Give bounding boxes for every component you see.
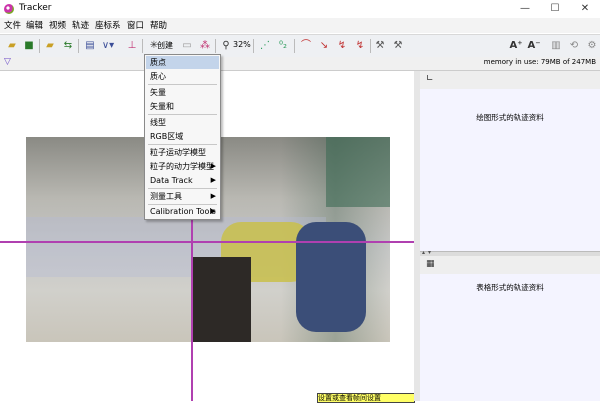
create-button-label[interactable]: 创建 bbox=[157, 40, 173, 51]
clip-settings-icon[interactable]: ▤ bbox=[82, 38, 98, 54]
menu-item-label: Calibration Tools bbox=[150, 207, 216, 216]
vector-icon[interactable]: ↘ bbox=[316, 38, 332, 54]
video-caption: 设置或查看帧间设置 bbox=[317, 393, 415, 403]
tracker-app-icon bbox=[4, 4, 14, 14]
window-title: Tracker bbox=[19, 3, 52, 13]
submenu-arrow-icon: ▶ bbox=[210, 192, 216, 200]
table-placeholder-text: 表格形式的轨迹资料 bbox=[476, 283, 544, 292]
track-control-icon[interactable]: ▭ bbox=[179, 38, 195, 54]
menu-item-calibration-tools[interactable]: Calibration Tools ▶ bbox=[146, 205, 219, 218]
maximize-button[interactable]: ☐ bbox=[540, 0, 570, 18]
force-icon[interactable]: ↯ bbox=[352, 38, 368, 54]
menu-item-label: RGB区域 bbox=[150, 132, 184, 141]
font-decrease-icon[interactable]: A⁻ bbox=[526, 38, 542, 54]
plot-panel-header: ∟ bbox=[420, 71, 600, 89]
table-icon[interactable]: ▦ bbox=[426, 259, 435, 269]
menu-edit[interactable]: 编辑 bbox=[26, 19, 43, 31]
toolbar-separator bbox=[142, 39, 143, 53]
refresh-icon[interactable]: ⟲ bbox=[566, 38, 582, 54]
status-row: ▽ memory in use: 79MB of 247MB bbox=[0, 57, 600, 71]
toolbar-separator bbox=[253, 39, 254, 53]
table-panel: ▦ 表格形式的轨迹资料 bbox=[420, 256, 600, 401]
zoom-icon[interactable]: ⚲ bbox=[218, 38, 234, 54]
menu-coords[interactable]: 座标系 bbox=[95, 19, 121, 31]
toolbar-separator bbox=[294, 39, 295, 53]
table-panel-header: ▦ bbox=[420, 256, 600, 274]
menu-item-label: 线型 bbox=[150, 118, 166, 127]
acceleration-icon[interactable]: ↯ bbox=[334, 38, 350, 54]
toolbar-separator bbox=[78, 39, 79, 53]
menu-item-measuring-tools[interactable]: 测量工具 ▶ bbox=[146, 190, 219, 203]
menu-item-label: 质点 bbox=[150, 58, 166, 67]
minimize-button[interactable]: — bbox=[510, 0, 540, 18]
divider-arrow-up-icon[interactable]: ▴ bbox=[422, 249, 425, 256]
open-folder-icon[interactable]: ▰ bbox=[4, 38, 20, 54]
menu-item-center-of-mass[interactable]: 质心 bbox=[146, 70, 219, 83]
menu-window[interactable]: 窗口 bbox=[127, 19, 144, 31]
plot-icon[interactable]: ∟ bbox=[426, 74, 434, 84]
menu-separator bbox=[148, 188, 217, 189]
menu-item-label: 矢量和 bbox=[150, 102, 174, 111]
track-selector-icon[interactable]: ▽ bbox=[4, 57, 11, 67]
save-icon[interactable]: ■ bbox=[21, 38, 37, 54]
trace-icon[interactable]: ⌒ bbox=[298, 38, 314, 54]
menu-item-kinematic-model[interactable]: 粒子运动学模型 bbox=[146, 146, 219, 159]
menu-separator bbox=[148, 84, 217, 85]
track-footprint-icon[interactable]: ⁂ bbox=[197, 38, 213, 54]
axes-icon[interactable]: ⊥ bbox=[124, 38, 140, 54]
menu-item-vector[interactable]: 矢量 bbox=[146, 86, 219, 99]
toolbar-separator bbox=[39, 39, 40, 53]
position-icon[interactable]: ⋰ bbox=[257, 38, 273, 54]
menu-video[interactable]: 视频 bbox=[49, 19, 66, 31]
import-icon[interactable]: ⇆ bbox=[60, 38, 76, 54]
menu-item-dynamic-model[interactable]: 粒子的动力学模型 ▶ bbox=[146, 160, 219, 173]
menu-separator bbox=[148, 144, 217, 145]
toolbar-separator bbox=[370, 39, 371, 53]
plot-panel: ∟ 绘图形式的轨迹资料 bbox=[420, 71, 600, 251]
toolbar-separator bbox=[215, 39, 216, 53]
submenu-arrow-icon: ▶ bbox=[210, 207, 216, 215]
menu-help[interactable]: 帮助 bbox=[150, 19, 167, 31]
menu-item-label: 矢量 bbox=[150, 88, 166, 97]
font-increase-icon[interactable]: A⁺ bbox=[508, 38, 524, 54]
menu-item-data-track[interactable]: Data Track ▶ bbox=[146, 174, 219, 187]
submenu-arrow-icon: ▶ bbox=[210, 176, 216, 184]
menu-tracks[interactable]: 轨迹 bbox=[72, 19, 89, 31]
zoom-level[interactable]: 32% bbox=[233, 40, 251, 49]
menu-item-label: 粒子运动学模型 bbox=[150, 148, 206, 157]
create-dropdown-menu: 质点 质心 矢量 矢量和 线型 RGB区域 粒子运动学模型 粒子的动力学模型 ▶ … bbox=[144, 54, 221, 220]
velocity-icon[interactable]: ⁰₂ bbox=[275, 38, 291, 54]
menu-separator bbox=[148, 114, 217, 115]
menu-item-point-mass[interactable]: 质点 bbox=[146, 56, 219, 69]
video-object bbox=[191, 257, 251, 342]
menu-item-vector-sum[interactable]: 矢量和 bbox=[146, 100, 219, 113]
title-bar: Tracker — ☐ ✕ bbox=[0, 0, 600, 19]
notes-icon[interactable]: ▥ bbox=[548, 38, 564, 54]
menu-item-rgb-region[interactable]: RGB区域 bbox=[146, 130, 219, 143]
video-board bbox=[326, 137, 390, 207]
protractor-icon[interactable]: ⚒ bbox=[390, 38, 406, 54]
menu-item-label: 质心 bbox=[150, 72, 166, 81]
menu-bar: 文件 编辑 视频 轨迹 座标系 窗口 帮助 bbox=[0, 18, 600, 33]
menu-item-line-profile[interactable]: 线型 bbox=[146, 116, 219, 129]
divider-arrow-down-icon[interactable]: ▾ bbox=[428, 249, 431, 256]
plot-panel-body[interactable]: 绘图形式的轨迹资料 bbox=[420, 89, 600, 251]
ruler-icon[interactable]: ⚒ bbox=[372, 38, 388, 54]
submenu-arrow-icon: ▶ bbox=[210, 162, 216, 170]
menu-item-label: 测量工具 bbox=[150, 192, 182, 201]
calibration-icon[interactable]: ∨▾ bbox=[100, 38, 116, 54]
table-panel-body[interactable]: 表格形式的轨迹资料 bbox=[420, 274, 600, 401]
plot-placeholder-text: 绘图形式的轨迹资料 bbox=[476, 113, 544, 122]
help-icon[interactable]: ⚙ bbox=[584, 38, 600, 54]
open-video-icon[interactable]: ▰ bbox=[42, 38, 58, 54]
menu-item-label: Data Track bbox=[150, 176, 193, 185]
video-sleeve bbox=[296, 222, 366, 332]
toolbar: ▰ ■ ▰ ⇆ ▤ ∨▾ ⊥ ✳ 创建 ▭ ⁂ ⚲ 32% ⋰ ⁰₂ ⌒ ↘ ↯… bbox=[0, 34, 600, 58]
menu-item-label: 粒子的动力学模型 bbox=[150, 162, 214, 171]
coordinate-x-axis[interactable] bbox=[0, 241, 414, 243]
close-button[interactable]: ✕ bbox=[570, 0, 600, 18]
memory-status: memory in use: 79MB of 247MB bbox=[483, 58, 596, 66]
menu-file[interactable]: 文件 bbox=[4, 19, 21, 31]
